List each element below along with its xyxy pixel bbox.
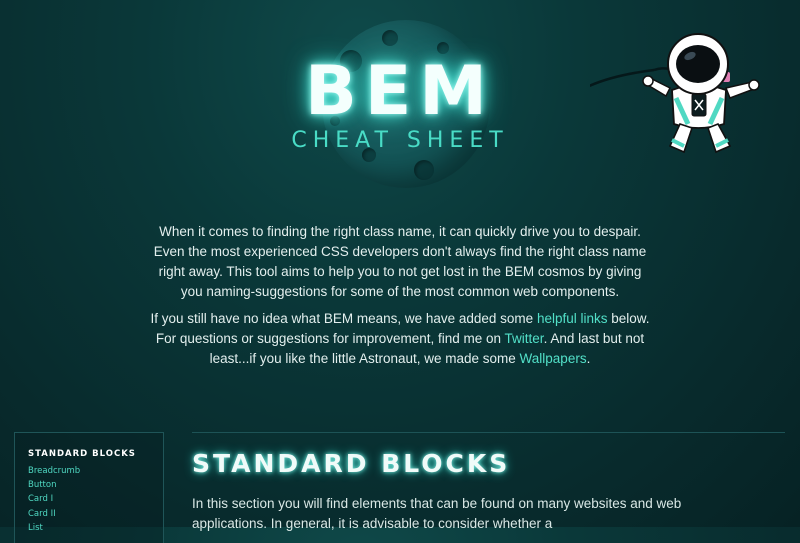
sidebar-list: Breadcrumb Button Card I Card II List xyxy=(28,464,80,535)
section-intro: In this section you will find elements t… xyxy=(192,496,682,531)
sidebar-item-card-1[interactable]: Card I xyxy=(28,492,80,506)
intro-text-part: If you still have no idea what BEM means… xyxy=(150,311,537,326)
intro-text-part: . xyxy=(586,351,591,366)
logo-subtitle: CHEAT SHEET xyxy=(291,128,509,153)
intro-paragraph-2: If you still have no idea what BEM means… xyxy=(150,309,650,369)
twitter-link[interactable]: Twitter xyxy=(505,331,544,346)
sidebar-item-button[interactable]: Button xyxy=(28,478,80,492)
section-divider xyxy=(192,432,785,433)
logo-title: BEM xyxy=(305,52,495,131)
helpful-links-link[interactable]: helpful links xyxy=(537,311,608,326)
section-title: STANDARD BLOCKS xyxy=(192,449,511,478)
sidebar-item-card-2[interactable]: Card II xyxy=(28,507,80,521)
intro-text: When it comes to finding the right class… xyxy=(150,222,650,376)
hero-header: BEM CHEAT SHEET xyxy=(0,0,800,200)
sidebar-item-list[interactable]: List xyxy=(28,521,80,535)
intro-paragraph-1: When it comes to finding the right class… xyxy=(153,224,647,299)
sidebar-nav: STANDARD BLOCKS Breadcrumb Button Card I… xyxy=(14,432,164,543)
astronaut-illustration xyxy=(590,33,760,154)
sidebar-item-breadcrumb[interactable]: Breadcrumb xyxy=(28,464,80,478)
wallpapers-link[interactable]: Wallpapers xyxy=(520,351,587,366)
sidebar-title: STANDARD BLOCKS xyxy=(28,449,136,459)
